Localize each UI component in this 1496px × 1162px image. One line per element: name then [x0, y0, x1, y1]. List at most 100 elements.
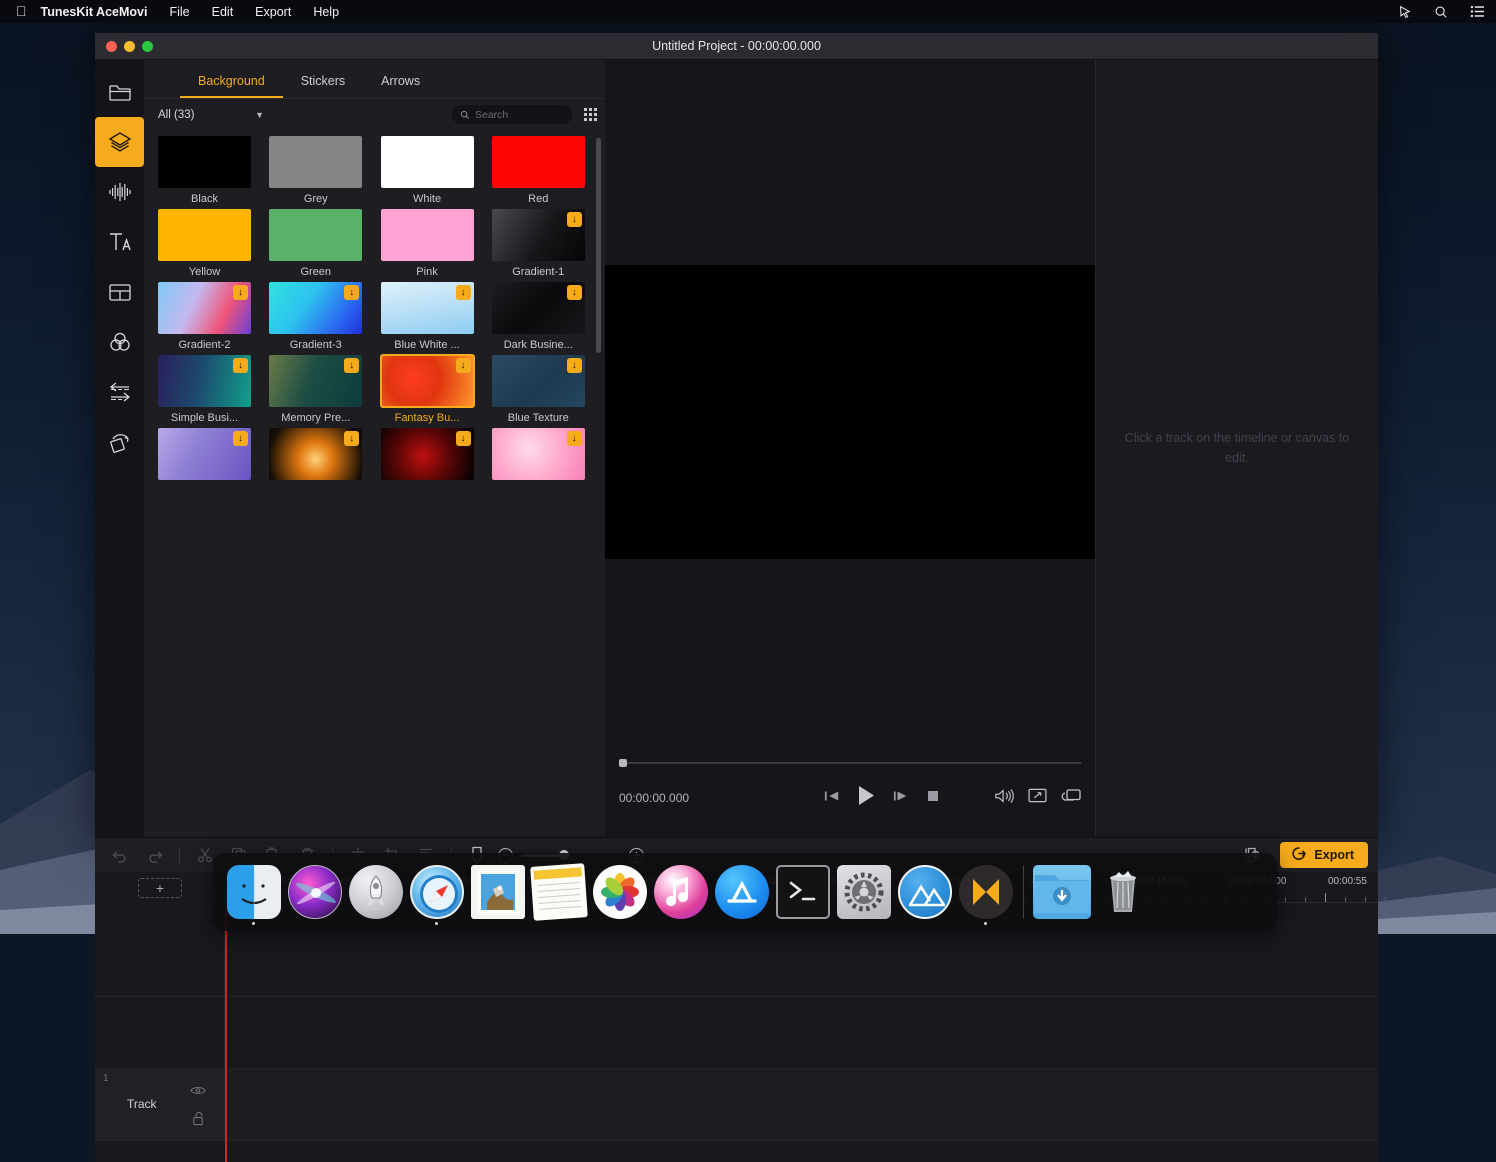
rail-item-animations[interactable]	[95, 417, 144, 467]
undo-icon[interactable]	[103, 842, 137, 868]
lane-area[interactable]	[225, 997, 1378, 1068]
rail-item-transitions[interactable]	[95, 367, 144, 417]
asset-item[interactable]: ↓Fantasy Bu...	[381, 355, 474, 424]
track-clip-area[interactable]	[225, 1069, 1378, 1140]
dock-item-itunes[interactable]	[650, 853, 711, 931]
download-icon[interactable]: ↓	[567, 358, 582, 373]
dock-item-app-store[interactable]	[711, 853, 772, 931]
search-icon[interactable]	[1423, 5, 1459, 19]
rail-item-media[interactable]	[95, 67, 144, 117]
dock-item-launchpad[interactable]	[345, 853, 406, 931]
fullscreen-icon[interactable]	[1028, 788, 1047, 808]
dock-item-app-cleaner[interactable]	[894, 853, 955, 931]
maximize-button[interactable]	[142, 41, 153, 52]
asset-item[interactable]: ↓Blue Texture	[492, 355, 585, 424]
close-button[interactable]	[106, 41, 117, 52]
export-button[interactable]: Export	[1280, 842, 1368, 868]
asset-item[interactable]: ↓	[158, 428, 251, 485]
asset-item[interactable]: ↓Gradient-2	[158, 282, 251, 351]
asset-item[interactable]: Black	[158, 136, 251, 205]
asset-item[interactable]: Pink	[381, 209, 474, 278]
asset-thumbnail[interactable]: ↓	[381, 428, 474, 480]
dock-item-notes[interactable]	[528, 853, 589, 931]
download-icon[interactable]: ↓	[344, 358, 359, 373]
menu-item-help[interactable]: Help	[302, 5, 350, 19]
asset-thumbnail[interactable]	[158, 136, 251, 188]
asset-thumbnail[interactable]: ↓	[269, 355, 362, 407]
prev-frame-icon[interactable]	[824, 789, 840, 808]
rail-item-filters[interactable]	[95, 317, 144, 367]
category-dropdown[interactable]: All (33) ▼	[158, 105, 268, 125]
rail-item-split-screen[interactable]	[95, 267, 144, 317]
snapshot-icon[interactable]	[1061, 788, 1081, 809]
download-icon[interactable]: ↓	[233, 431, 248, 446]
minimize-button[interactable]	[124, 41, 135, 52]
asset-item[interactable]: ↓Gradient-3	[269, 282, 362, 351]
stop-icon[interactable]	[926, 789, 940, 808]
asset-item[interactable]: ↓Simple Busi...	[158, 355, 251, 424]
asset-item[interactable]: ↓Dark Busine...	[492, 282, 585, 351]
asset-thumbnail[interactable]: ↓	[492, 282, 585, 334]
menu-item-file[interactable]: File	[158, 5, 200, 19]
timeline-lane-empty-2[interactable]	[95, 997, 1378, 1069]
tab-background[interactable]: Background	[180, 74, 283, 98]
asset-item[interactable]: ↓Gradient-1	[492, 209, 585, 278]
dock-item-finder[interactable]	[223, 853, 284, 931]
playhead[interactable]	[225, 903, 227, 1162]
asset-item[interactable]: ↓	[381, 428, 474, 485]
volume-icon[interactable]	[994, 788, 1014, 809]
asset-thumbnail[interactable]	[381, 209, 474, 261]
rail-item-text[interactable]	[95, 217, 144, 267]
asset-item[interactable]: ↓Blue White ...	[381, 282, 474, 351]
timeline-track-row[interactable]: 1 Track	[95, 1069, 1378, 1141]
dock-item-terminal[interactable]	[772, 853, 833, 931]
dock-item-trash[interactable]	[1092, 853, 1153, 931]
download-icon[interactable]: ↓	[456, 358, 471, 373]
scrubber-track[interactable]	[627, 762, 1081, 764]
download-icon[interactable]: ↓	[344, 285, 359, 300]
menu-item-edit[interactable]: Edit	[201, 5, 245, 19]
dock-item-mail[interactable]	[467, 853, 528, 931]
asset-thumbnail[interactable]: ↓	[492, 355, 585, 407]
asset-thumbnail[interactable]	[492, 136, 585, 188]
asset-thumbnail[interactable]	[269, 136, 362, 188]
dock-item-safari[interactable]	[406, 853, 467, 931]
asset-scrollbar[interactable]	[596, 138, 601, 353]
video-canvas[interactable]	[605, 265, 1095, 559]
asset-item[interactable]: Grey	[269, 136, 362, 205]
lock-open-icon[interactable]	[192, 1111, 206, 1131]
search-input[interactable]: Search	[452, 105, 572, 124]
asset-thumbnail[interactable]	[269, 209, 362, 261]
download-icon[interactable]: ↓	[456, 431, 471, 446]
dock-item-downloads[interactable]	[1031, 853, 1092, 931]
asset-thumbnail[interactable]: ↓	[492, 428, 585, 480]
rail-item-layers[interactable]	[95, 117, 144, 167]
tab-arrows[interactable]: Arrows	[363, 74, 438, 98]
asset-thumbnail[interactable]: ↓	[381, 282, 474, 334]
asset-item[interactable]: ↓	[269, 428, 362, 485]
control-center-icon[interactable]	[1459, 5, 1496, 18]
player-scrubber[interactable]	[619, 759, 1081, 767]
asset-thumbnail[interactable]: ↓	[158, 428, 251, 480]
download-icon[interactable]: ↓	[567, 285, 582, 300]
download-icon[interactable]: ↓	[233, 285, 248, 300]
asset-item[interactable]: ↓	[492, 428, 585, 485]
tab-stickers[interactable]: Stickers	[283, 74, 363, 98]
asset-thumbnail[interactable]: ↓	[381, 355, 474, 407]
asset-thumbnail[interactable]: ↓	[158, 355, 251, 407]
redo-icon[interactable]	[137, 842, 171, 868]
dock-item-acemovi[interactable]	[955, 853, 1016, 931]
asset-item[interactable]: White	[381, 136, 474, 205]
asset-thumbnail[interactable]: ↓	[158, 282, 251, 334]
dock-item-photos[interactable]	[589, 853, 650, 931]
asset-thumbnail[interactable]	[381, 136, 474, 188]
asset-item[interactable]: Green	[269, 209, 362, 278]
asset-thumbnail[interactable]: ↓	[269, 428, 362, 480]
add-track-button[interactable]: +	[138, 878, 182, 898]
download-icon[interactable]: ↓	[567, 212, 582, 227]
asset-grid-container[interactable]: BlackGreyWhiteRedYellowGreenPink↓Gradien…	[144, 130, 605, 837]
next-frame-icon[interactable]	[893, 789, 909, 808]
eye-icon[interactable]	[190, 1083, 206, 1101]
asset-item[interactable]: Red	[492, 136, 585, 205]
download-icon[interactable]: ↓	[344, 431, 359, 446]
